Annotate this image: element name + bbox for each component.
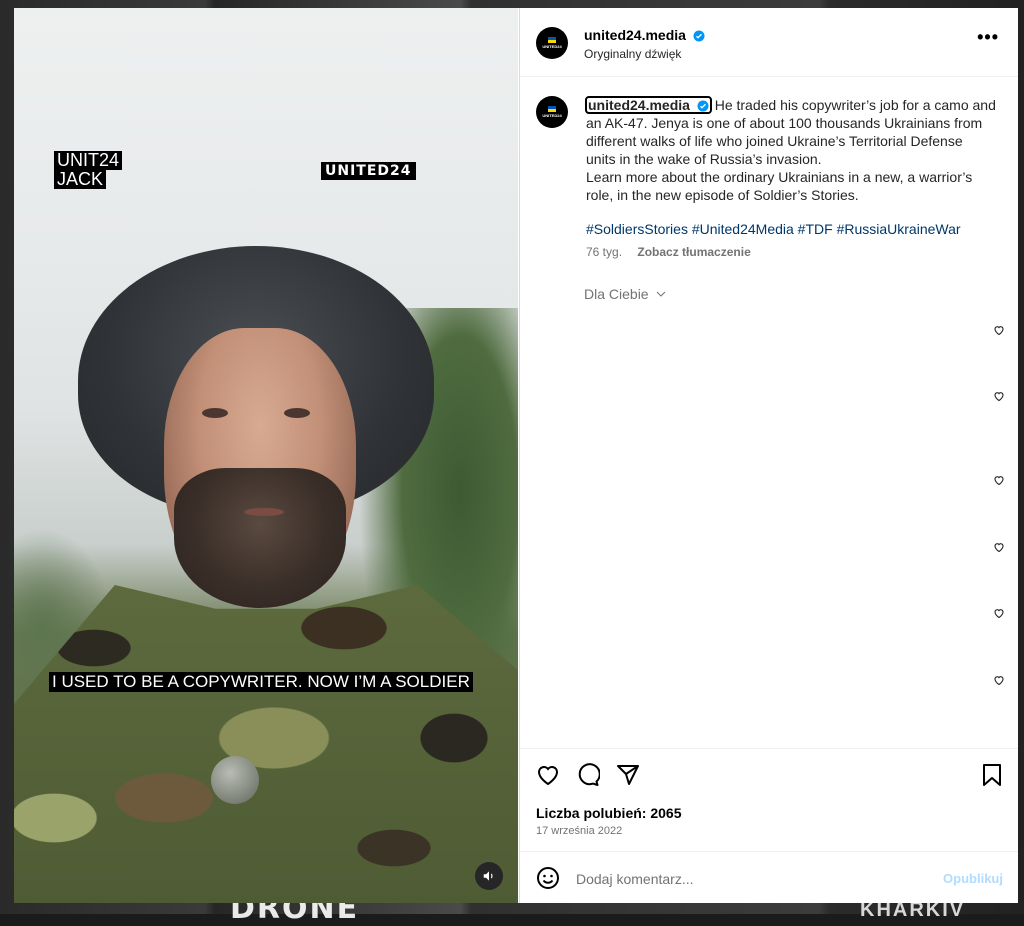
verified-icon bbox=[697, 100, 709, 112]
name-tag-line1: UNIT24 bbox=[54, 151, 123, 170]
verified-icon bbox=[693, 30, 705, 42]
video-name-tag: UNIT24 JACK bbox=[54, 151, 123, 189]
video-subtitle: I USED TO BE A COPYWRITER. NOW I’M A SOL… bbox=[49, 672, 473, 692]
caption-text: united24.media He traded his copywriter’… bbox=[585, 96, 996, 204]
heart-icon[interactable] bbox=[993, 474, 1005, 486]
header-user: united24.media bbox=[584, 27, 705, 45]
ukraine-flag-icon bbox=[548, 106, 556, 112]
post-date: 17 września 2022 bbox=[536, 825, 623, 837]
caption-avatar[interactable]: UNITED24 bbox=[536, 96, 568, 128]
more-options-button[interactable]: ••• bbox=[977, 28, 999, 46]
for-you-label: Dla Ciebie bbox=[584, 286, 649, 302]
video-player[interactable]: UNIT24 JACK UNITED24 I USED TO BE A COPY… bbox=[14, 8, 518, 903]
avatar[interactable]: UNITED24 bbox=[536, 27, 568, 59]
for-you-dropdown[interactable]: Dla Ciebie bbox=[584, 286, 667, 302]
username-link[interactable]: united24.media bbox=[584, 27, 686, 43]
original-audio-link[interactable]: Oryginalny dźwięk bbox=[584, 47, 681, 61]
mouth bbox=[244, 508, 284, 516]
video-brand-logo: UNITED24 bbox=[321, 162, 416, 180]
share-icon[interactable] bbox=[616, 763, 640, 787]
post-age[interactable]: 76 tyg. bbox=[586, 245, 622, 259]
beard bbox=[174, 468, 346, 608]
like-heart-icon[interactable] bbox=[536, 763, 560, 787]
chevron-down-icon bbox=[657, 291, 666, 297]
comment-bar: Dodaj komentarz... Opublikuj bbox=[520, 851, 1018, 903]
comment-input[interactable]: Dodaj komentarz... bbox=[576, 871, 694, 887]
avatar-label: UNITED24 bbox=[542, 113, 562, 118]
jacket-button bbox=[211, 756, 259, 804]
caption-meta: 76 tyg. Zobacz tłumaczenie bbox=[586, 245, 996, 259]
see-translation-button[interactable]: Zobacz tłumaczenie bbox=[637, 245, 750, 259]
emoji-icon[interactable] bbox=[536, 866, 560, 890]
sound-toggle-button[interactable] bbox=[475, 862, 503, 890]
hashtags[interactable]: #SoldiersStories #United24Media #TDF #Ru… bbox=[586, 221, 996, 237]
action-icons bbox=[536, 763, 640, 787]
action-bar: Liczba polubień: 2065 17 września 2022 bbox=[520, 748, 1018, 837]
name-tag-line2: JACK bbox=[54, 170, 107, 189]
heart-icon[interactable] bbox=[993, 324, 1005, 336]
right-eye bbox=[284, 408, 310, 418]
post-modal: UNIT24 JACK UNITED24 I USED TO BE A COPY… bbox=[14, 8, 1018, 903]
comment-icon[interactable] bbox=[576, 763, 600, 787]
camo-jacket bbox=[14, 585, 518, 903]
heart-icon[interactable] bbox=[993, 607, 1005, 619]
post-header: UNITED24 united24.media Oryginalny dźwię… bbox=[520, 8, 1018, 77]
heart-icon[interactable] bbox=[993, 541, 1005, 553]
left-eye bbox=[202, 408, 228, 418]
post-caption: UNITED24 united24.media He traded his co… bbox=[536, 96, 996, 259]
ukraine-flag-icon bbox=[548, 37, 556, 43]
speaker-icon bbox=[483, 871, 493, 881]
heart-icon[interactable] bbox=[993, 674, 1005, 686]
heart-icon[interactable] bbox=[993, 390, 1005, 402]
likes-count[interactable]: Liczba polubień: 2065 bbox=[536, 805, 681, 821]
avatar-label: UNITED24 bbox=[542, 44, 562, 49]
bookmark-icon[interactable] bbox=[981, 763, 1003, 787]
publish-button[interactable]: Opublikuj bbox=[943, 871, 1003, 886]
caption-body-2: Learn more about the ordinary Ukrainians… bbox=[586, 169, 973, 203]
caption-username[interactable]: united24.media bbox=[585, 96, 712, 114]
post-details-panel: UNITED24 united24.media Oryginalny dźwię… bbox=[519, 8, 1018, 903]
